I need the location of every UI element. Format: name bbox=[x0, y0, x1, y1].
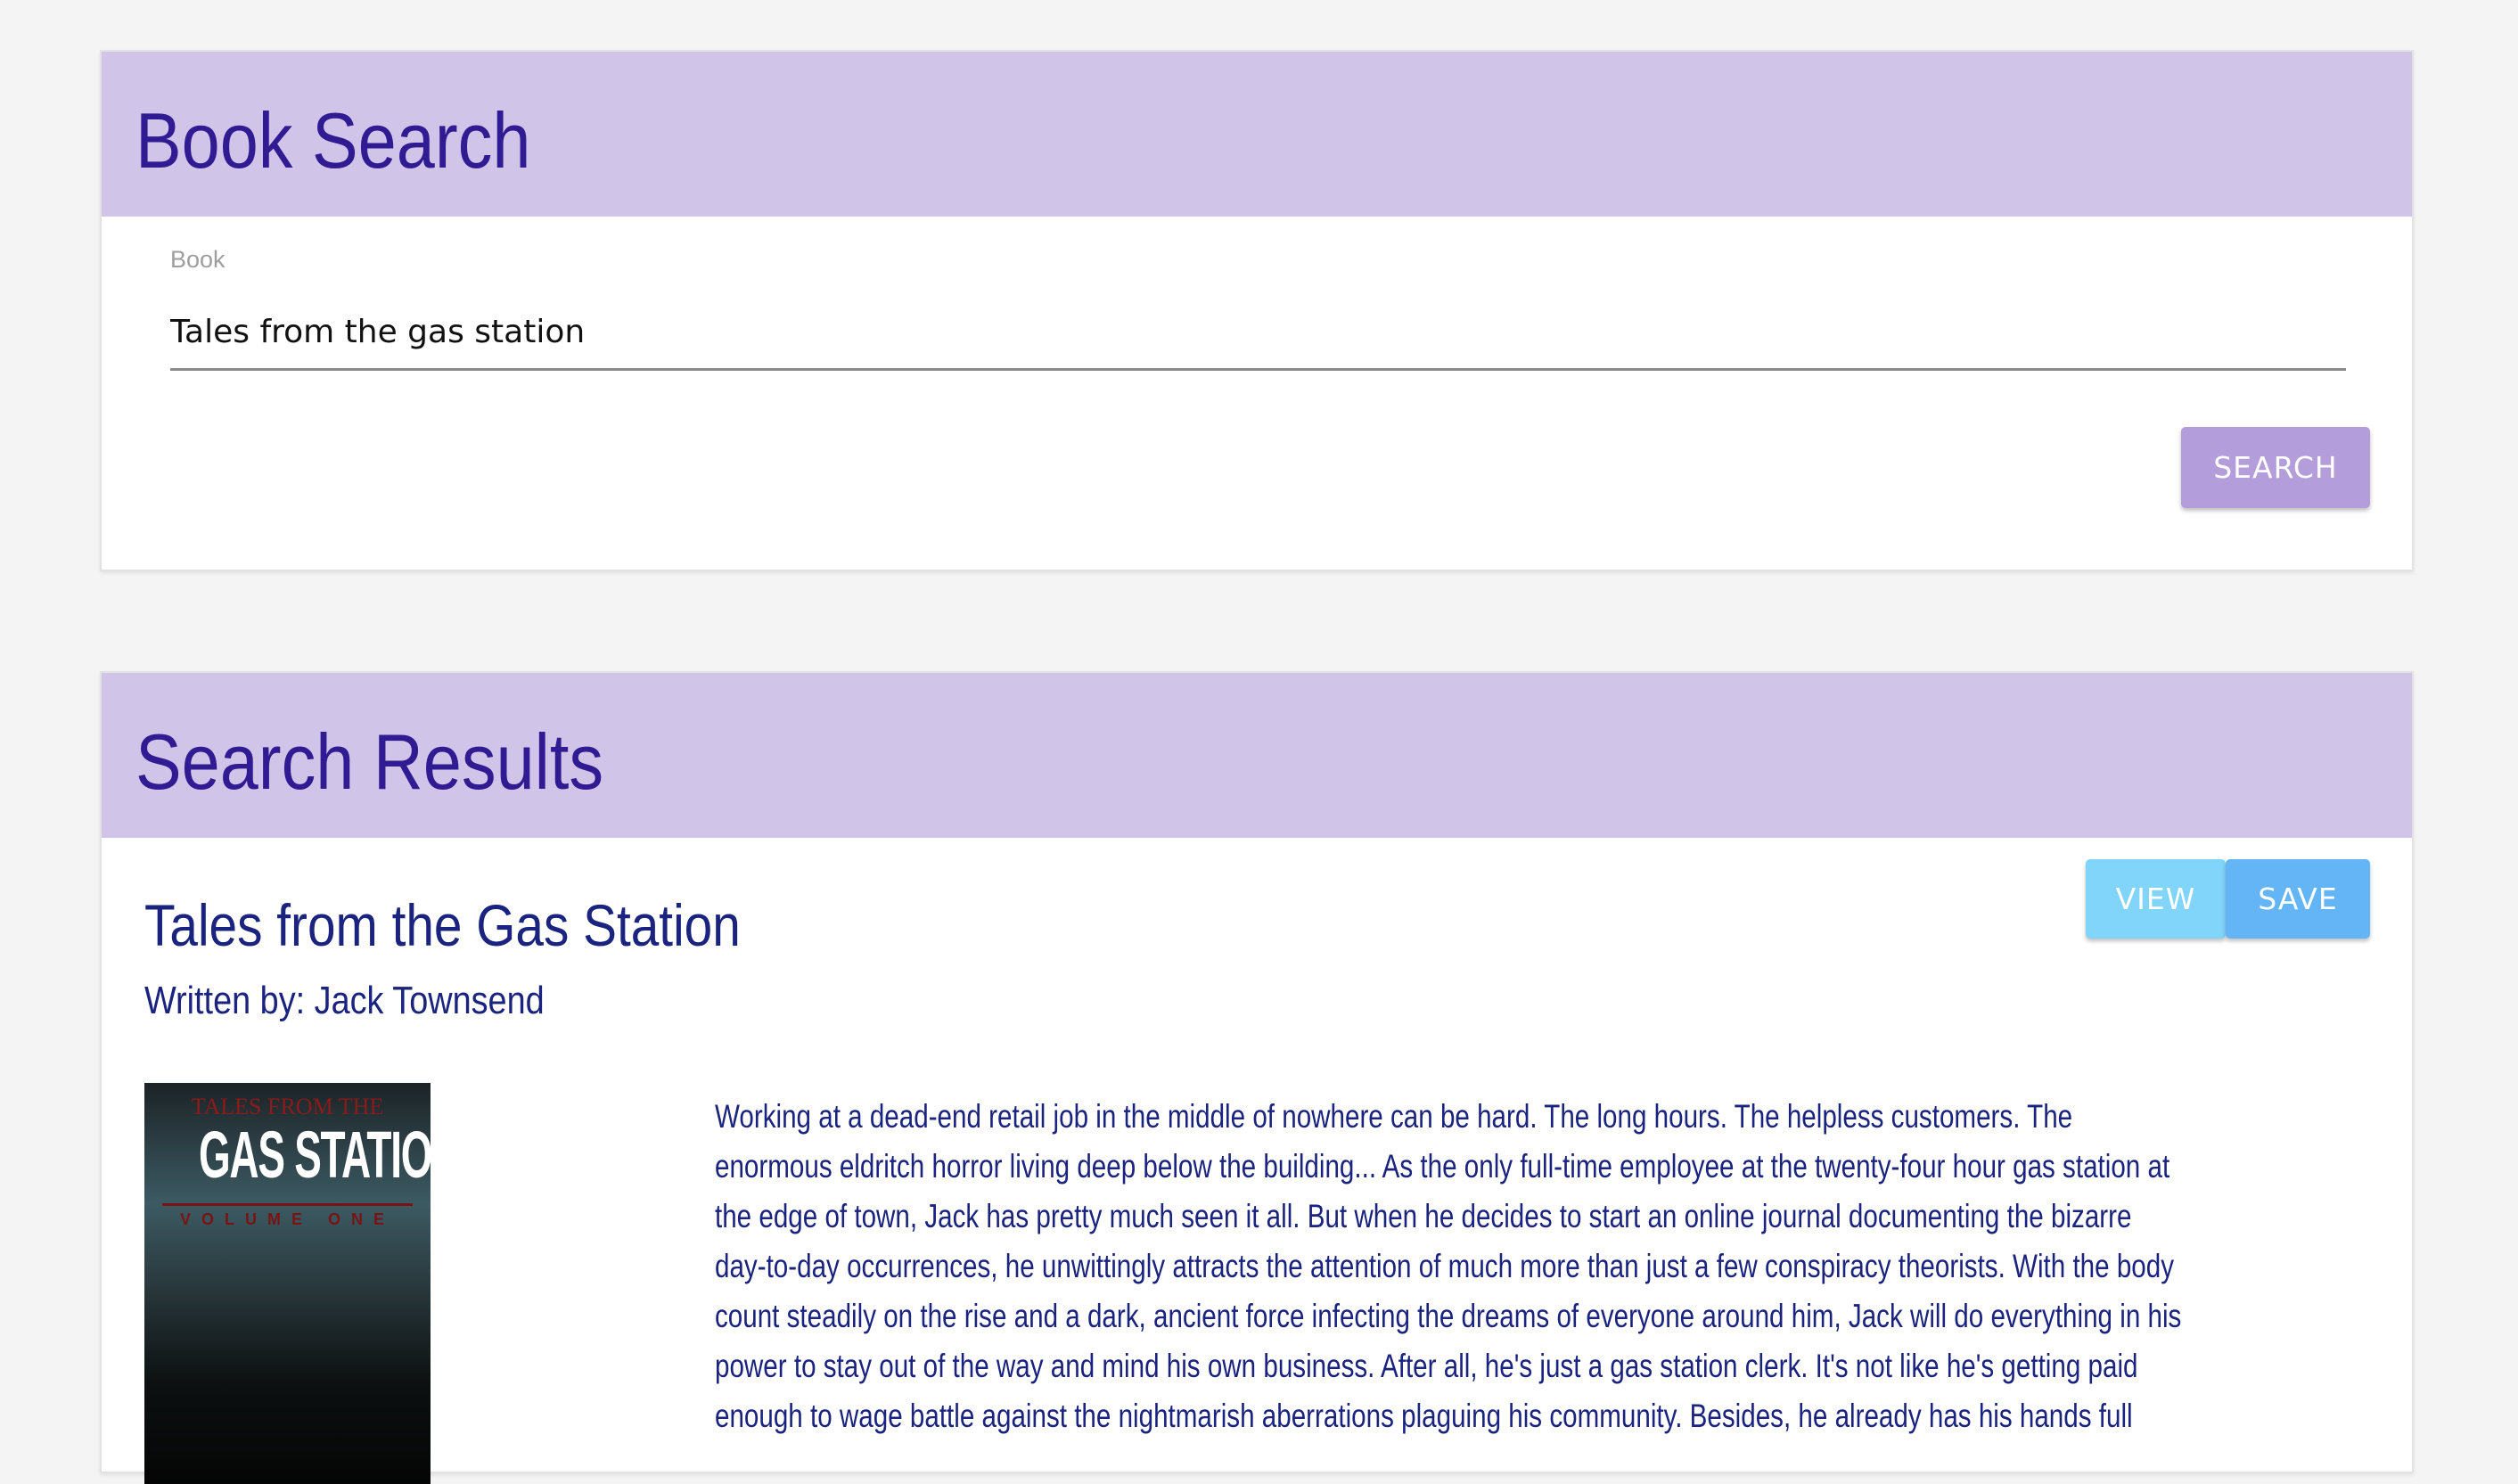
book-author: Written by: Jack Townsend bbox=[144, 979, 545, 1022]
cover-text-volume: VOLUME ONE bbox=[179, 1210, 395, 1228]
cover-divider bbox=[162, 1203, 413, 1206]
cover-text-main: GAS STATION bbox=[198, 1118, 431, 1192]
search-button[interactable]: SEARCH bbox=[2181, 427, 2370, 508]
description-line: day-to-day occurrences, he unwittingly a… bbox=[715, 1248, 2175, 1284]
description-line: enough to wage battle against the nightm… bbox=[715, 1398, 2133, 1434]
description-line: the edge of town, Jack has pretty much s… bbox=[715, 1198, 2132, 1234]
page-title: Book Search bbox=[135, 96, 531, 184]
book-search-header: Book Search bbox=[102, 52, 2412, 217]
book-title: Tales from the Gas Station bbox=[144, 892, 741, 958]
description-line: Working at a dead-end retail job in the … bbox=[715, 1098, 2073, 1135]
view-button[interactable]: VIEW bbox=[2086, 859, 2226, 939]
results-title: Search Results bbox=[135, 717, 604, 806]
search-results-card: Search Results VIEW SAVE Tales from the … bbox=[100, 671, 2414, 1484]
search-results-header: Search Results bbox=[102, 673, 2412, 838]
description-line: power to stay out of the way and mind hi… bbox=[715, 1348, 2138, 1384]
book-cover-image: TALES FROM THE GAS STATION VOLUME ONE bbox=[144, 1083, 431, 1484]
description-line: count steadily on the rise and a dark, a… bbox=[715, 1298, 2182, 1334]
save-button[interactable]: SAVE bbox=[2226, 859, 2370, 939]
book-field-label: Book bbox=[170, 246, 226, 273]
book-search-input[interactable] bbox=[170, 296, 2346, 371]
book-description: Working at a dead-end retail job in the … bbox=[715, 1092, 2518, 1441]
description-line: enormous eldritch horror living deep bel… bbox=[715, 1148, 2170, 1185]
book-search-card: Book Search Book SEARCH bbox=[100, 50, 2414, 571]
